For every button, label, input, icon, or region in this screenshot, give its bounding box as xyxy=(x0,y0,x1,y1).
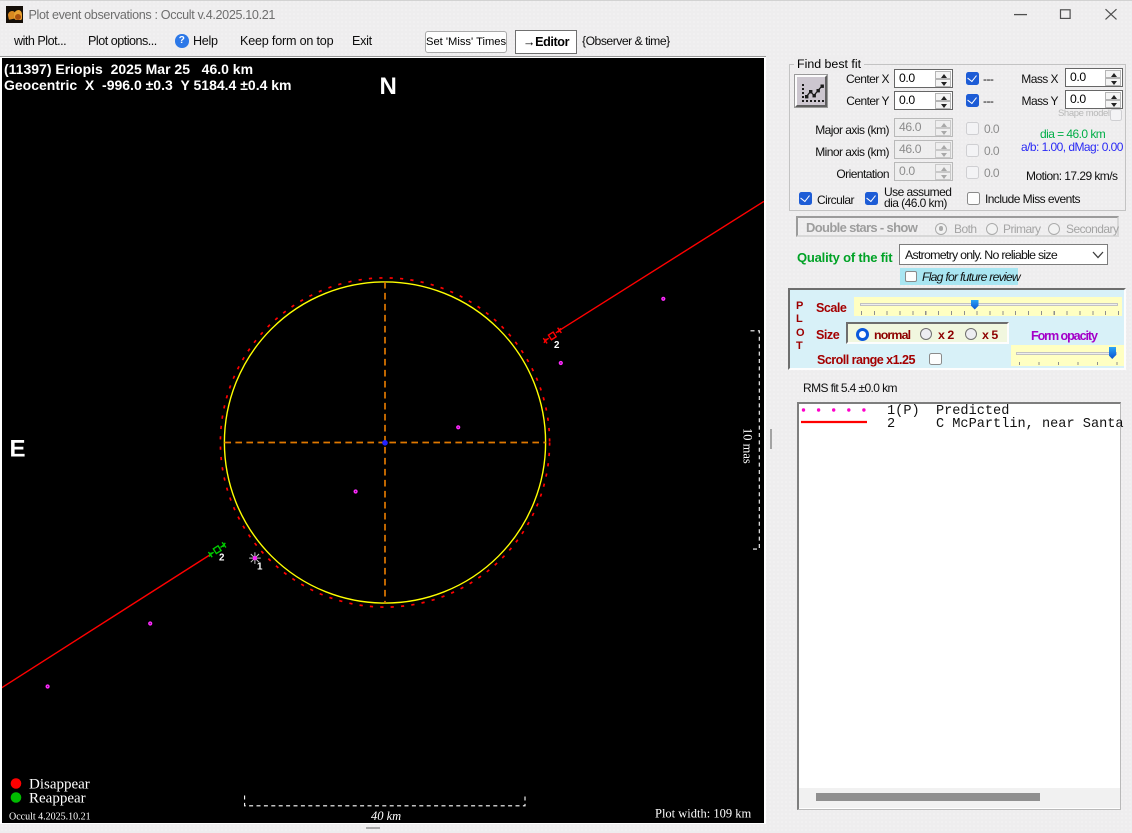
svg-text:Geocentric X -996.0 ±0.3 Y: Geocentric X -996.0 ±0.3 Y 5184.4 ±0.4 k… xyxy=(4,77,292,93)
svg-text:(11397) Eriopis 2025 Mar 25: (11397) Eriopis 2025 Mar 25 46.0 km xyxy=(4,61,253,77)
svg-text:E: E xyxy=(10,436,26,463)
svg-text:10 mas: 10 mas xyxy=(741,428,755,464)
svg-text:N: N xyxy=(380,73,397,100)
svg-text:1: 1 xyxy=(257,562,263,573)
svg-text:40 km: 40 km xyxy=(371,809,401,823)
svg-text:2: 2 xyxy=(554,340,560,351)
svg-text:2: 2 xyxy=(219,553,225,564)
svg-text:Plot width: 109 km: Plot width: 109 km xyxy=(655,807,751,821)
svg-text:Reappear: Reappear xyxy=(29,791,86,807)
svg-text:Occult 4.2025.10.21: Occult 4.2025.10.21 xyxy=(9,812,91,823)
